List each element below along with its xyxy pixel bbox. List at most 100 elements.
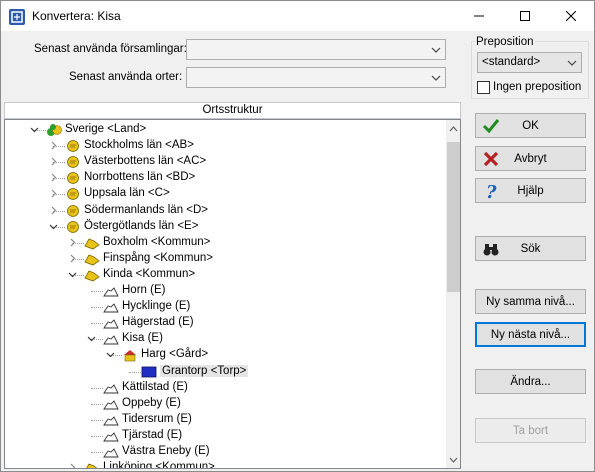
place-tree[interactable]: Sverige <Land> Stockholms län <AB> Västerb…: [4, 119, 461, 469]
tree-item[interactable]: Södermanlands län <D>: [5, 203, 445, 219]
tree-item[interactable]: Västerbottens län <AC>: [5, 154, 445, 170]
title-bar: Konvertera: Kisa: [1, 1, 594, 31]
search-button[interactable]: Sök: [475, 236, 586, 261]
edit-button-label: Ändra...: [510, 375, 551, 388]
new-next-level-button[interactable]: Ny nästa nivå...: [475, 322, 586, 347]
chevron-down-icon: [449, 457, 458, 463]
tree-header[interactable]: Ortsstruktur: [4, 102, 461, 119]
tree-item-label[interactable]: Boxholm <Kommun>: [103, 236, 210, 248]
cancel-button[interactable]: Avbryt: [475, 146, 586, 171]
tree-item[interactable]: Hägerstad (E): [5, 315, 445, 331]
tree-item-label[interactable]: Kinda <Kommun>: [103, 268, 195, 280]
collapse-chevron-icon[interactable]: [106, 350, 115, 359]
scroll-up-button[interactable]: [446, 120, 460, 137]
tree-item-label[interactable]: Kättilstad (E): [122, 381, 188, 393]
expand-chevron-icon[interactable]: [49, 189, 58, 198]
expand-chevron-icon[interactable]: [49, 141, 58, 150]
preposition-select[interactable]: <standard>: [477, 52, 582, 73]
maximize-button[interactable]: [502, 1, 548, 31]
new-same-level-button[interactable]: Ny samma nivå...: [475, 289, 586, 314]
tree-item[interactable]: Oppeby (E): [5, 396, 445, 412]
croft-icon: [141, 365, 157, 379]
collapse-chevron-icon[interactable]: [87, 334, 96, 343]
tree-item-label[interactable]: Västerbottens län <AC>: [84, 155, 206, 167]
tree-item-label[interactable]: Västra Eneby (E): [122, 445, 210, 457]
collapse-chevron-icon[interactable]: [68, 270, 77, 279]
tree-item[interactable]: Kisa (E): [5, 331, 445, 347]
recent-places-label: Senast använda orter:: [69, 71, 183, 83]
farm-icon: [122, 348, 138, 362]
tree-item[interactable]: Linköping <Kommun>: [5, 460, 445, 469]
expand-chevron-icon[interactable]: [68, 463, 77, 468]
parish-icon: [103, 300, 119, 314]
chevron-down-icon: [567, 60, 577, 66]
help-button-label: Hjälp: [517, 184, 544, 197]
expand-chevron-icon[interactable]: [49, 173, 58, 182]
tree-item-label[interactable]: Norrbottens län <BD>: [84, 171, 195, 183]
scroll-thumb[interactable]: [447, 142, 460, 292]
expand-chevron-icon[interactable]: [68, 238, 77, 247]
ok-button-label: OK: [522, 119, 539, 132]
no-preposition-label[interactable]: Ingen preposition: [493, 81, 581, 93]
tree-item-label[interactable]: Uppsala län <C>: [84, 187, 170, 199]
tree-scrollbar[interactable]: [446, 120, 460, 468]
tree-item[interactable]: Finspång <Kommun>: [5, 251, 445, 267]
question-mark-icon: ?: [486, 182, 497, 200]
tree-item-label[interactable]: Grantorp <Torp>: [160, 364, 249, 377]
parish-icon: [103, 381, 119, 395]
tree-item-label[interactable]: Södermanlands län <D>: [84, 204, 208, 216]
close-button[interactable]: [548, 1, 594, 31]
tree-item[interactable]: Grantorp <Torp>: [5, 364, 445, 380]
help-button[interactable]: ? Hjälp: [475, 178, 586, 203]
scroll-down-button[interactable]: [446, 451, 460, 468]
collapse-chevron-icon[interactable]: [49, 222, 58, 231]
tree-item[interactable]: Stockholms län <AB>: [5, 138, 445, 154]
tree-item[interactable]: Sverige <Land>: [5, 122, 445, 138]
country-icon: [46, 123, 62, 137]
tree-item-label[interactable]: Tjärstad (E): [122, 429, 182, 441]
tree-item[interactable]: Horn (E): [5, 283, 445, 299]
preposition-selected-value: <standard>: [482, 56, 541, 68]
tree-item[interactable]: Tidersrum (E): [5, 412, 445, 428]
tree-item-label[interactable]: Östergötlands län <E>: [84, 220, 198, 232]
expand-chevron-icon[interactable]: [68, 254, 77, 263]
tree-item-label[interactable]: Horn (E): [122, 284, 165, 296]
tree-item[interactable]: Östergötlands län <E>: [5, 219, 445, 235]
dialog-window: Konvertera: Kisa Senast använda församli…: [0, 0, 595, 472]
tree-item[interactable]: Boxholm <Kommun>: [5, 235, 445, 251]
tree-item[interactable]: Hycklinge (E): [5, 299, 445, 315]
svg-text:?: ?: [486, 182, 497, 200]
parish-icon: [103, 429, 119, 443]
new-same-level-label: Ny samma nivå...: [486, 295, 575, 308]
tree-item-label[interactable]: Hycklinge (E): [122, 300, 190, 312]
tree-item[interactable]: Tjärstad (E): [5, 428, 445, 444]
expand-chevron-icon[interactable]: [49, 206, 58, 215]
tree-item-label[interactable]: Finspång <Kommun>: [103, 252, 213, 264]
municipality-icon: [84, 236, 100, 250]
chevron-down-icon: [431, 75, 441, 81]
tree-item[interactable]: Kättilstad (E): [5, 380, 445, 396]
tree-item-label[interactable]: Sverige <Land>: [65, 123, 146, 135]
tree-item-label[interactable]: Tidersrum (E): [122, 413, 192, 425]
tree-item-label[interactable]: Hägerstad (E): [122, 316, 194, 328]
tree-item-label[interactable]: Kisa (E): [122, 332, 163, 344]
tree-connector: [72, 468, 84, 469]
collapse-chevron-icon[interactable]: [30, 125, 39, 134]
recent-places-combo[interactable]: [186, 67, 446, 88]
tree-item-label[interactable]: Harg <Gård>: [141, 348, 208, 360]
recent-parishes-combo[interactable]: [186, 39, 446, 60]
tree-item[interactable]: Kinda <Kommun>: [5, 267, 445, 283]
tree-item[interactable]: Norrbottens län <BD>: [5, 170, 445, 186]
no-preposition-checkbox[interactable]: [477, 81, 490, 94]
minimize-button[interactable]: [456, 1, 502, 31]
edit-button[interactable]: Ändra...: [475, 369, 586, 394]
tree-item[interactable]: Uppsala län <C>: [5, 186, 445, 202]
tree-item-label[interactable]: Oppeby (E): [122, 397, 181, 409]
tree-item[interactable]: Västra Eneby (E): [5, 444, 445, 460]
tree-item-label[interactable]: Stockholms län <AB>: [84, 139, 194, 151]
cancel-button-label: Avbryt: [514, 152, 547, 165]
tree-item[interactable]: Harg <Gård>: [5, 347, 445, 363]
ok-button[interactable]: OK: [475, 113, 586, 138]
tree-item-label[interactable]: Linköping <Kommun>: [103, 461, 215, 468]
expand-chevron-icon[interactable]: [49, 157, 58, 166]
